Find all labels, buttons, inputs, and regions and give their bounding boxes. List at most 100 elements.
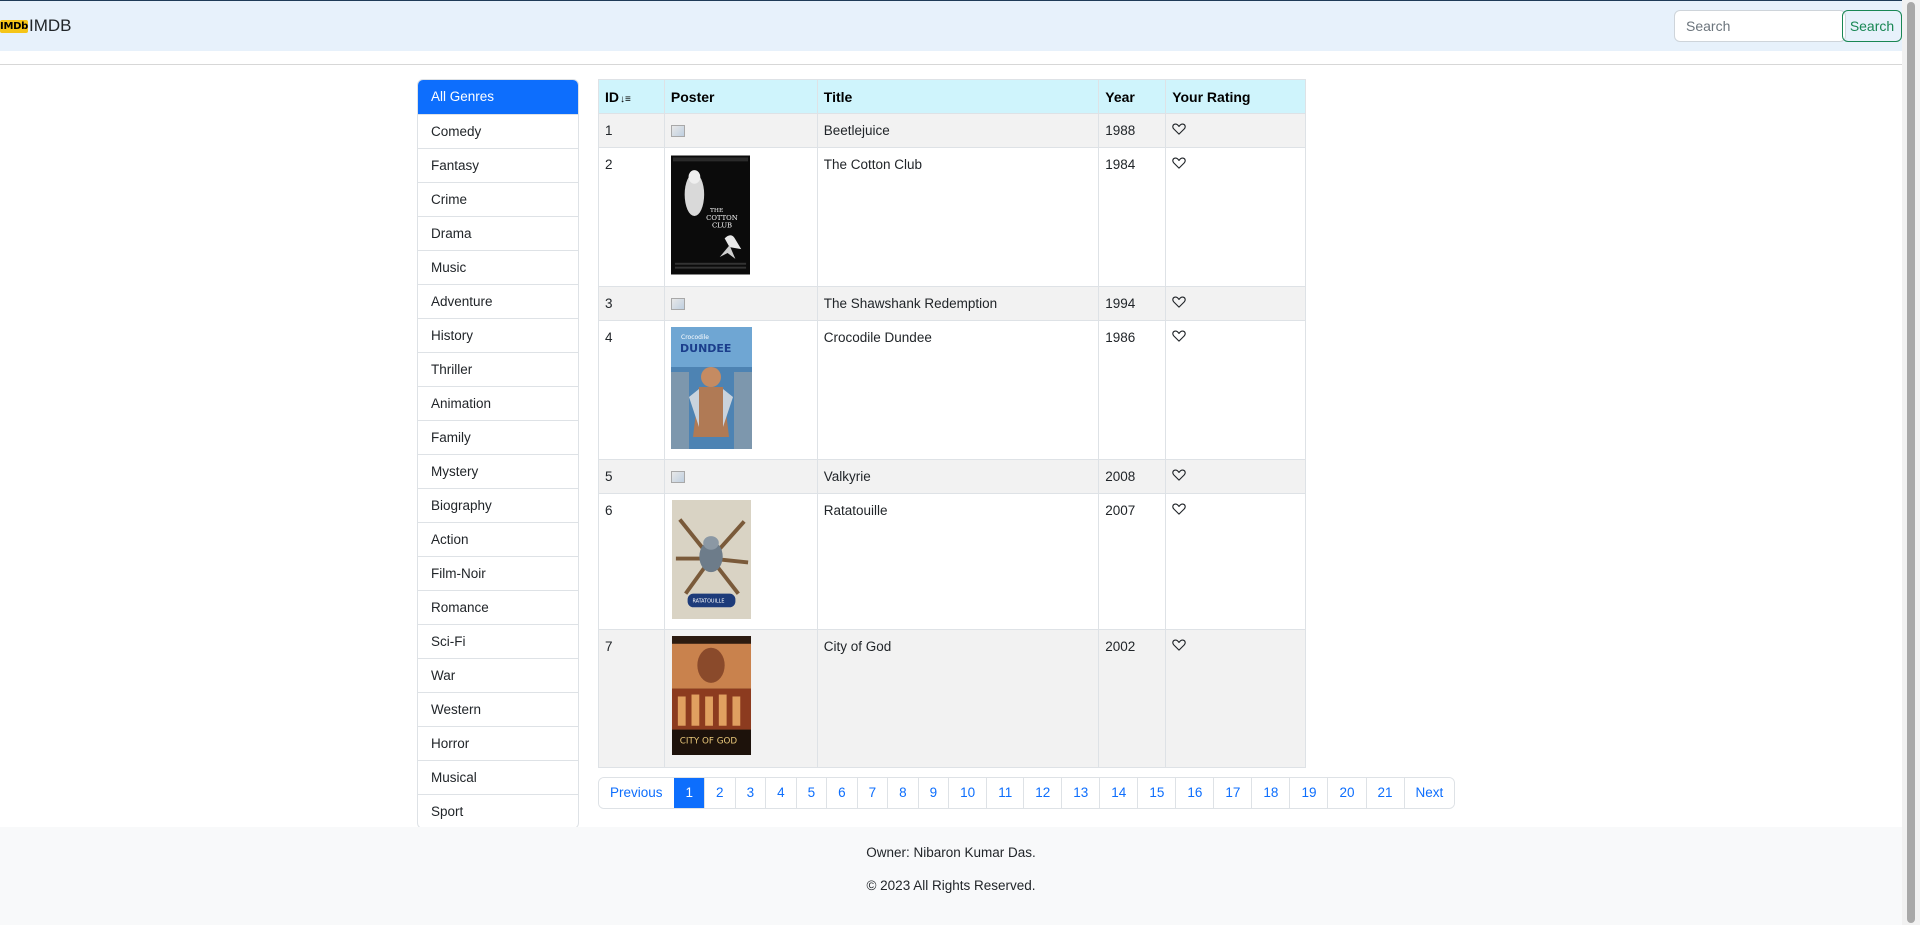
footer-owner: Owner: Nibaron Kumar Das. [866,845,1036,860]
genre-item-horror[interactable]: Horror [418,726,578,760]
page-link-7[interactable]: 7 [856,778,888,808]
heart-icon[interactable] [1172,503,1186,515]
brand-name: IMDB [29,16,72,35]
poster-image: Crocodile DUNDEE [670,327,811,449]
poster-text: Crocodile [681,334,709,341]
cell-rating [1165,493,1306,630]
page-link-8[interactable]: 8 [887,778,918,808]
cell-title: Crocodile Dundee [816,320,1100,460]
cell-year: 1986 [1098,320,1167,460]
cell-year: 1994 [1098,286,1167,321]
genre-item-biography[interactable]: Biography [418,488,578,522]
page-link-3[interactable]: 3 [734,778,766,808]
page-link-9[interactable]: 9 [917,778,949,808]
genre-item-animation[interactable]: Animation [418,386,578,420]
genre-item-fantasy[interactable]: Fantasy [418,148,578,182]
genre-item-sci-fi[interactable]: Sci-Fi [418,624,578,658]
table-row: 3 The Shawshank Redemption 1994 [598,286,1306,321]
heart-icon[interactable] [1172,639,1186,651]
poster-text: CITY OF GOD [680,736,738,746]
genre-item-family[interactable]: Family [418,420,578,454]
cell-year: 2008 [1098,459,1167,494]
table-header: ID↓≡ Poster Title Year Your Rating [598,79,1306,114]
genre-item-thriller[interactable]: Thriller [418,352,578,386]
page-link-11[interactable]: 11 [986,778,1024,808]
page-next-button[interactable]: Next [1403,778,1455,808]
genre-item-film-noir[interactable]: Film-Noir [418,556,578,590]
genre-item-mystery[interactable]: Mystery [418,454,578,488]
genre-item-drama[interactable]: Drama [418,216,578,250]
page-link-10[interactable]: 10 [948,778,987,808]
cell-title: Valkyrie [816,459,1100,494]
navbar: IMDb IMDB Search [0,0,1902,51]
cell-poster [663,286,818,321]
poster-text: COTTON [706,214,738,222]
page-link-1[interactable]: 1 [673,778,705,808]
search-input[interactable] [1674,10,1846,42]
cell-rating [1165,459,1306,494]
search-button[interactable]: Search [1842,10,1902,42]
genre-item-western[interactable]: Western [418,692,578,726]
footer: Owner: Nibaron Kumar Das. © 2023 All Rig… [0,827,1902,925]
broken-image-icon [670,471,685,483]
broken-image-icon [670,298,685,310]
heart-icon[interactable] [1172,157,1186,169]
column-header-id[interactable]: ID↓≡ [598,79,665,114]
heart-icon[interactable] [1172,330,1186,342]
table-row: 2 THE COTTON CLUB The Cotton Club 1984 [598,147,1306,287]
cell-title: The Shawshank Redemption [816,286,1100,321]
genre-item-music[interactable]: Music [418,250,578,284]
page-link-5[interactable]: 5 [795,778,827,808]
table-row: 7 CITY OF GOD City of God 2002 [598,629,1306,768]
cell-title: Beetlejuice [816,113,1100,148]
table-row: 6 RATATOUILLE Ratatouille 2007 [598,493,1306,630]
page-link-19[interactable]: 19 [1289,778,1328,808]
page-link-18[interactable]: 18 [1251,778,1290,808]
page-link-6[interactable]: 6 [826,778,857,808]
page-link-15[interactable]: 15 [1137,778,1176,808]
imdb-logo-icon: IMDb [0,19,28,33]
page-link-14[interactable]: 14 [1099,778,1138,808]
page-link-16[interactable]: 16 [1175,778,1214,808]
cell-id: 7 [598,629,665,768]
page-previous-button[interactable]: Previous [599,778,674,808]
genre-item-romance[interactable]: Romance [418,590,578,624]
page-link-2[interactable]: 2 [704,778,735,808]
sort-icon[interactable]: ↓≡ [620,94,631,105]
cell-id: 3 [598,286,665,321]
brand-link[interactable]: IMDb IMDB [0,16,72,36]
genre-item-all-genres[interactable]: All Genres [418,80,578,114]
heart-icon[interactable] [1172,296,1186,308]
poster-text: CLUB [712,222,732,230]
vertical-scrollbar[interactable] [1902,0,1920,925]
column-header-poster: Poster [663,79,818,114]
table-row: 4 Crocodile DUNDEE Crocodile Dundee 1986 [598,320,1306,460]
page-link-21[interactable]: 21 [1365,778,1404,808]
poster-image: CITY OF GOD [671,636,811,755]
page-link-13[interactable]: 13 [1061,778,1100,808]
genre-item-comedy[interactable]: Comedy [418,114,578,148]
genre-item-war[interactable]: War [418,658,578,692]
scrollbar-thumb[interactable] [1907,2,1915,923]
heart-icon[interactable] [1172,123,1186,135]
page-link-17[interactable]: 17 [1213,778,1252,808]
table-row: 1 Beetlejuice 1988 [598,113,1306,148]
genre-item-action[interactable]: Action [418,522,578,556]
cell-title: City of God [816,629,1100,768]
table-body: 1 Beetlejuice 1988 2 THE COTTON CLUB The… [598,113,1306,768]
page-link-4[interactable]: 4 [765,778,796,808]
genre-item-sport[interactable]: Sport [418,794,578,828]
cell-id: 2 [598,147,665,287]
page-link-20[interactable]: 20 [1327,778,1366,808]
genre-item-crime[interactable]: Crime [418,182,578,216]
cell-year: 1988 [1098,113,1167,148]
genre-item-history[interactable]: History [418,318,578,352]
page-link-12[interactable]: 12 [1023,778,1062,808]
column-header-title: Title [816,79,1100,114]
cell-rating [1165,113,1306,148]
heart-icon[interactable] [1172,469,1186,481]
cell-poster: RATATOUILLE [663,493,818,630]
genre-item-adventure[interactable]: Adventure [418,284,578,318]
poster-image: RATATOUILLE [671,500,811,619]
genre-item-musical[interactable]: Musical [418,760,578,794]
